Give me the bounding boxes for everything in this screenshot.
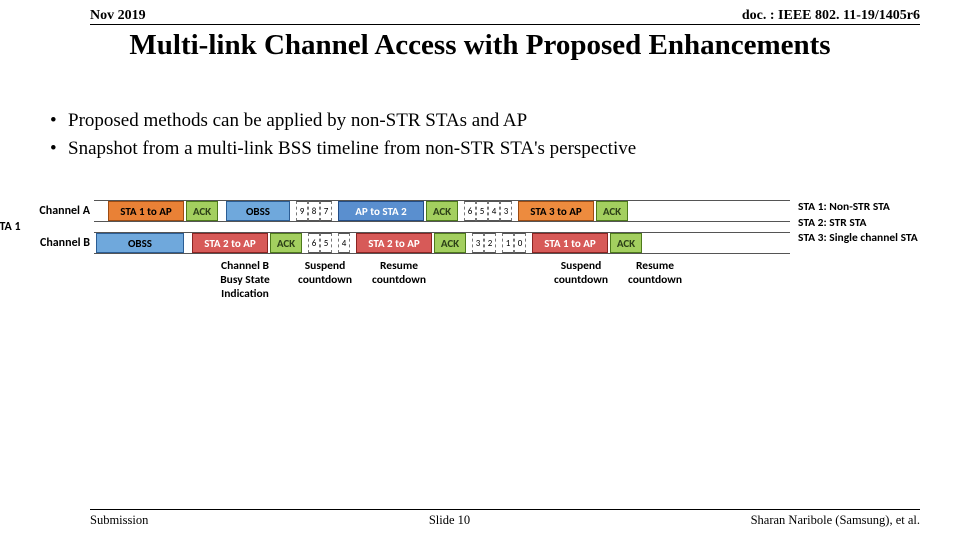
slot-a-3: 3 bbox=[500, 201, 512, 221]
slot-b-1: 1 bbox=[502, 233, 514, 253]
block-obss-a: OBSS bbox=[226, 201, 290, 221]
header-date: Nov 2019 bbox=[90, 8, 146, 24]
annot-busy-state: Channel B Busy State Indication bbox=[202, 260, 288, 301]
slot-a-4: 4 bbox=[488, 201, 500, 221]
slot-b-5: 5 bbox=[320, 233, 332, 253]
footer: Submission Slide 10 Sharan Naribole (Sam… bbox=[0, 513, 960, 528]
row-channel-a: STA 1 to AP ACK OBSS 9 8 7 AP to STA 2 A… bbox=[94, 200, 790, 222]
bullet-1: Proposed methods can be applied by non-S… bbox=[50, 110, 960, 132]
timeline-diagram: Channel A STA 1 Channel B STA 1 to AP AC… bbox=[0, 200, 960, 301]
slot-a-8: 8 bbox=[308, 201, 320, 221]
slot-a-5: 5 bbox=[476, 201, 488, 221]
block-ack-a3: ACK bbox=[596, 201, 628, 221]
slot-b-0: 0 bbox=[514, 233, 526, 253]
channel-rows: STA 1 to AP ACK OBSS 9 8 7 AP to STA 2 A… bbox=[94, 200, 790, 254]
annotations: Channel B Busy State Indication Suspend … bbox=[94, 260, 948, 301]
footer-mid: Slide 10 bbox=[429, 513, 470, 528]
block-sta2-to-ap-b1: STA 2 to AP bbox=[192, 233, 268, 253]
block-sta2-to-ap-b2: STA 2 to AP bbox=[356, 233, 432, 253]
slot-b-2: 2 bbox=[484, 233, 496, 253]
block-ack-b2: ACK bbox=[434, 233, 466, 253]
legend: STA 1: Non-STR STA STA 2: STR STA STA 3:… bbox=[798, 200, 948, 247]
label-sta1: STA 1 bbox=[0, 222, 90, 232]
slot-b-3: 3 bbox=[472, 233, 484, 253]
block-ack-b1: ACK bbox=[270, 233, 302, 253]
slot-a-9: 9 bbox=[296, 201, 308, 221]
block-obss-b: OBSS bbox=[96, 233, 184, 253]
annot-resume-1: Resume countdown bbox=[362, 260, 436, 301]
page-title: Multi-link Channel Access with Proposed … bbox=[0, 29, 960, 62]
bullet-2: Snapshot from a multi-link BSS timeline … bbox=[50, 138, 960, 160]
legend-sta3: STA 3: Single channel STA bbox=[798, 231, 948, 247]
row-channel-b: OBSS STA 2 to AP ACK 6 5 4 STA 2 to AP A… bbox=[94, 232, 790, 254]
slot-a-7: 7 bbox=[320, 201, 332, 221]
block-sta1-to-ap-b: STA 1 to AP bbox=[532, 233, 608, 253]
block-ack-b3: ACK bbox=[610, 233, 642, 253]
header-doc: doc. : IEEE 802. 11-19/1405r6 bbox=[742, 8, 920, 24]
block-sta1-to-ap-a: STA 1 to AP bbox=[108, 201, 184, 221]
block-ack-a2: ACK bbox=[426, 201, 458, 221]
slot-b-6: 6 bbox=[308, 233, 320, 253]
footer-right: Sharan Naribole (Samsung), et al. bbox=[751, 513, 920, 528]
block-sta3-to-ap: STA 3 to AP bbox=[518, 201, 594, 221]
label-channel-a: Channel A bbox=[12, 200, 90, 222]
block-ap-to-sta2: AP to STA 2 bbox=[338, 201, 424, 221]
bullet-list: Proposed methods can be applied by non-S… bbox=[50, 110, 960, 160]
legend-sta2: STA 2: STR STA bbox=[798, 216, 948, 232]
slot-a-6: 6 bbox=[464, 201, 476, 221]
annot-suspend-2: Suspend countdown bbox=[544, 260, 618, 301]
block-ack-a1: ACK bbox=[186, 201, 218, 221]
annot-suspend-1: Suspend countdown bbox=[288, 260, 362, 301]
slot-b-4: 4 bbox=[338, 233, 350, 253]
annot-resume-2: Resume countdown bbox=[618, 260, 692, 301]
label-channel-b: Channel B bbox=[12, 232, 90, 254]
footer-left: Submission bbox=[90, 513, 148, 528]
legend-sta1: STA 1: Non-STR STA bbox=[798, 200, 948, 216]
